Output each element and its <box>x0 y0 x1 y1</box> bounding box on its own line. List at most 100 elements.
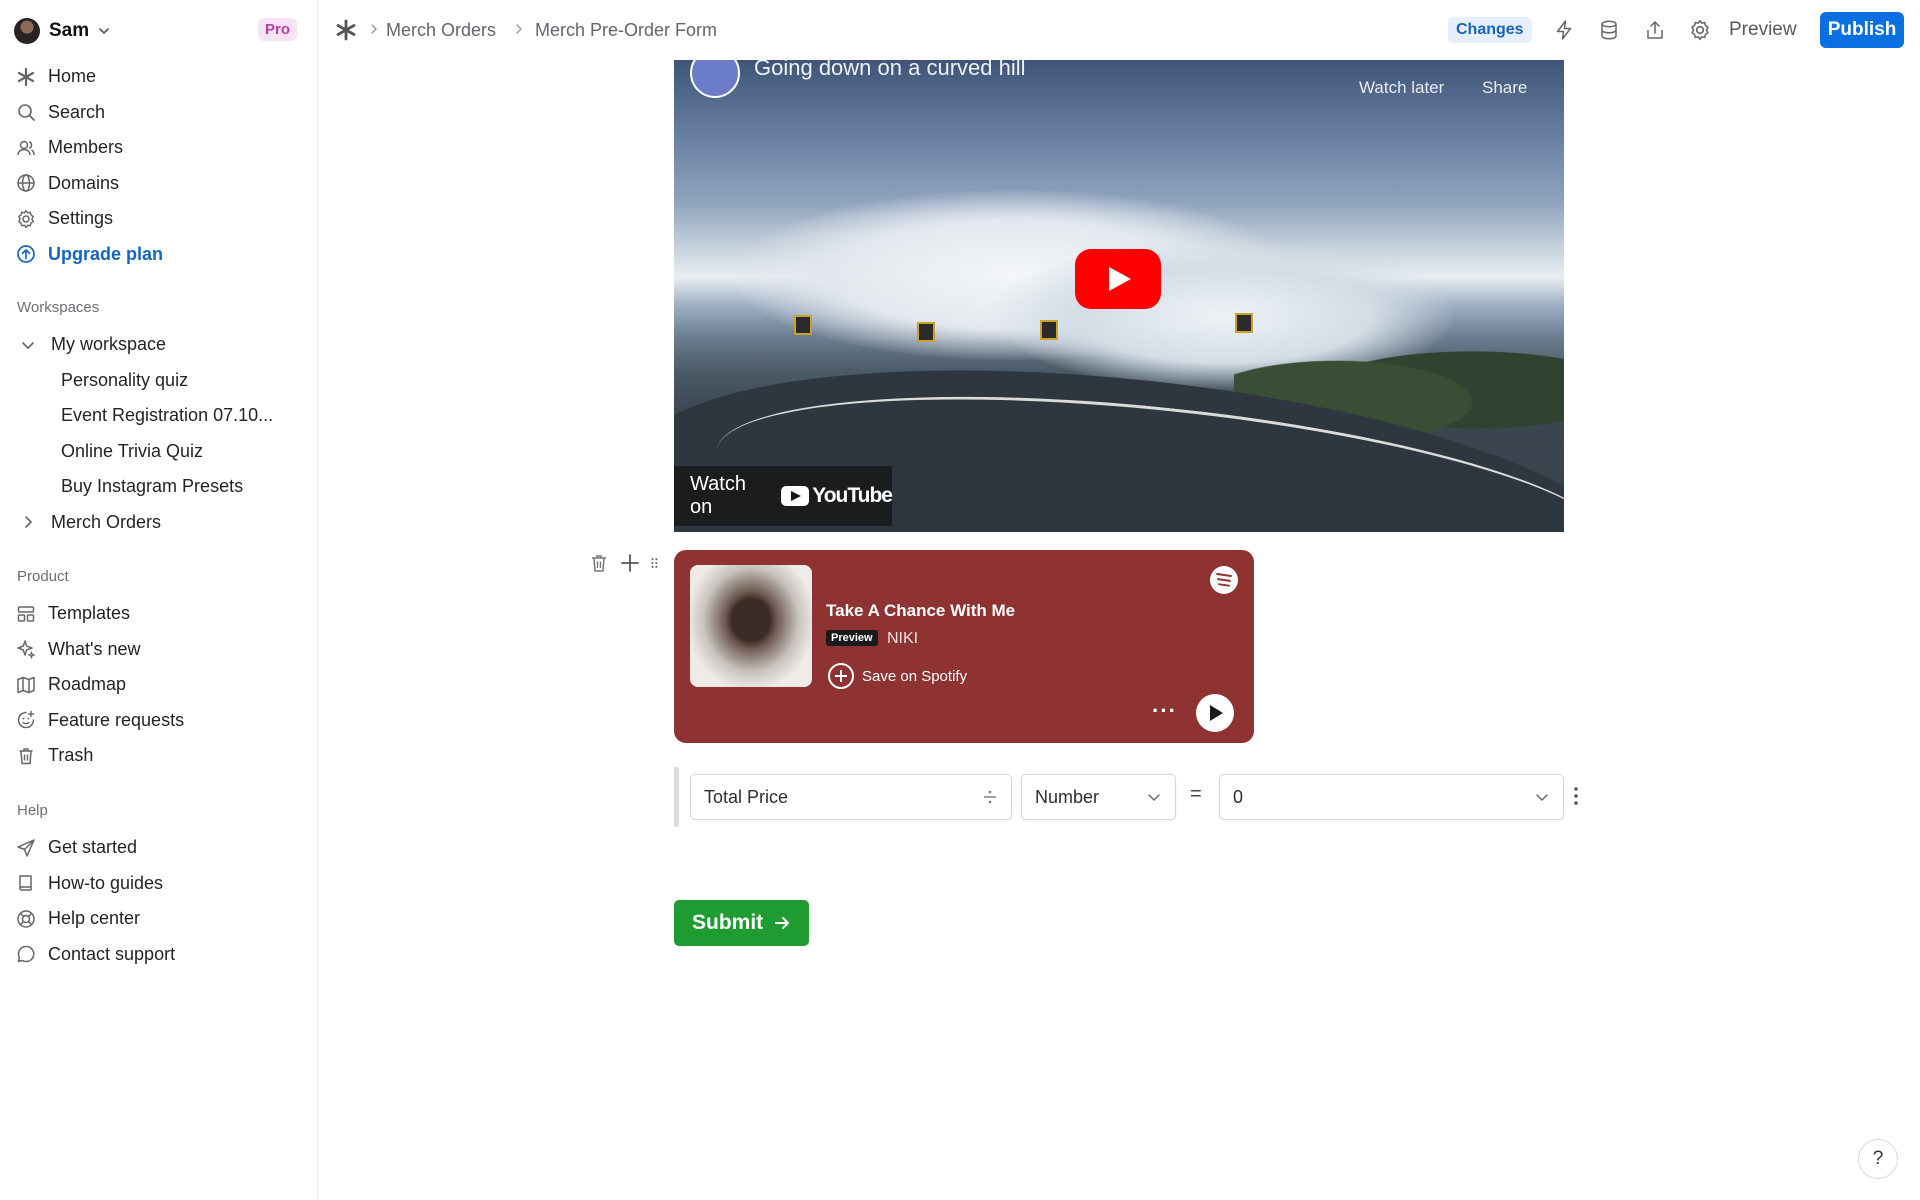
save-label: Save on Spotify <box>862 667 968 685</box>
gear-icon <box>18 209 34 228</box>
divide-icon <box>984 790 996 804</box>
youtube-logo-icon: YouTube <box>781 484 893 508</box>
sidebar-item-settings[interactable]: Settings <box>0 201 318 237</box>
sidebar-item-label: Get started <box>48 837 138 858</box>
value-select[interactable]: 0 <box>1219 774 1564 820</box>
sidebar-item-label: Search <box>48 101 106 122</box>
sidebar-item-whats-new[interactable]: What's new <box>0 632 318 668</box>
road-sign <box>794 315 812 335</box>
chevron-down-icon <box>22 341 34 349</box>
workspace-my-workspace[interactable]: My workspace <box>0 327 318 363</box>
top-bar: Merch Orders Merch Pre-Order Form Change… <box>318 0 1920 60</box>
chevron-right-icon <box>371 24 378 34</box>
breadcrumb-current-form[interactable]: Merch Pre-Order Form <box>535 20 717 41</box>
search-icon <box>18 104 35 122</box>
sidebar-item-label: Domains <box>48 172 120 193</box>
plus-circle-icon <box>828 663 854 689</box>
youtube-embed[interactable]: Going down on a curved hill Watch later … <box>674 60 1564 532</box>
user-name: Sam <box>49 20 90 41</box>
type-value: Number <box>1035 786 1100 807</box>
sidebar-item-roadmap[interactable]: Roadmap <box>0 667 318 703</box>
youtube-play-icon <box>781 486 810 506</box>
sidebar-item-label: Contact support <box>48 943 176 964</box>
sidebar-item-search[interactable]: Search <box>0 95 318 131</box>
main-nav: Home Search Members Domains Settings Upg… <box>0 59 318 272</box>
sidebar-item-personality-quiz[interactable]: Personality quiz <box>0 363 318 399</box>
block-indicator <box>674 767 679 827</box>
lightning-icon[interactable] <box>1553 19 1575 41</box>
help-heading: Help <box>17 802 48 819</box>
sidebar-item-help-center[interactable]: Help center <box>0 901 318 937</box>
sidebar-item-how-to-guides[interactable]: How-to guides <box>0 866 318 902</box>
road-sign <box>1040 320 1058 340</box>
sidebar-item-feature-requests[interactable]: Feature requests <box>0 703 318 739</box>
submit-label: Submit <box>692 911 764 934</box>
sidebar-item-label: Home <box>48 66 97 87</box>
sidebar-item-templates[interactable]: Templates <box>0 596 318 632</box>
track-title[interactable]: Take A Chance With Me <box>826 601 1015 621</box>
sidebar-item-label: Settings <box>48 208 114 229</box>
sidebar-item-domains[interactable]: Domains <box>0 166 318 202</box>
sidebar-item-label: What's new <box>48 638 141 659</box>
help-button[interactable]: ? <box>1858 1139 1898 1179</box>
sidebar-item-upgrade-plan[interactable]: Upgrade plan <box>0 237 318 273</box>
trash-icon[interactable] <box>588 552 610 574</box>
road-sign <box>1235 313 1253 333</box>
youtube-wordmark: YouTube <box>812 484 893 507</box>
share-upload-icon[interactable] <box>1644 19 1666 41</box>
equals-operator: = <box>1190 783 1202 805</box>
save-on-spotify-button[interactable]: Save on Spotify <box>828 663 967 689</box>
submit-button[interactable]: Submit <box>674 900 809 946</box>
watch-on-label: Watch on <box>690 473 746 518</box>
play-icon[interactable] <box>1196 694 1234 732</box>
preview-button[interactable]: Preview <box>1729 19 1797 41</box>
sidebar-item-buy-instagram-presets[interactable]: Buy Instagram Presets <box>0 469 318 505</box>
variable-field[interactable]: Total Price <box>690 774 1012 820</box>
breadcrumb-merch-orders[interactable]: Merch Orders <box>386 20 496 41</box>
drag-handle-icon[interactable] <box>650 552 664 574</box>
database-icon[interactable] <box>1598 19 1620 41</box>
map-icon <box>17 676 35 693</box>
spotify-embed[interactable]: Take A Chance With Me Preview NIKI Save … <box>674 550 1254 743</box>
user-menu[interactable]: Sam <box>14 16 111 46</box>
watch-later-button[interactable]: Watch later <box>1359 78 1444 98</box>
sidebar-item-contact-support[interactable]: Contact support <box>0 937 318 973</box>
road-sign <box>917 322 935 342</box>
spotify-logo-icon[interactable] <box>1210 566 1238 594</box>
trash-icon <box>19 748 33 764</box>
play-icon[interactable] <box>1075 249 1161 309</box>
sidebar-item-event-registration[interactable]: Event Registration 07.10... <box>0 398 318 434</box>
asterisk-icon[interactable] <box>334 18 358 42</box>
sidebar-item-get-started[interactable]: Get started <box>0 830 318 866</box>
value-text: 0 <box>1233 786 1244 807</box>
sparkle-icon <box>17 640 36 660</box>
add-block-icon[interactable] <box>619 552 641 574</box>
artist-name[interactable]: NIKI <box>887 630 918 648</box>
video-title[interactable]: Going down on a curved hill <box>754 60 1026 81</box>
watch-on-youtube-button[interactable]: Watch on YouTube <box>674 466 893 526</box>
more-options-icon[interactable]: ··· <box>1152 698 1177 724</box>
sidebar-item-home[interactable]: Home <box>0 59 318 95</box>
sidebar-item-members[interactable]: Members <box>0 130 318 166</box>
help-nav: Get started How-to guides Help center Co… <box>0 830 318 972</box>
chevron-down-icon <box>1148 794 1160 801</box>
gear-icon[interactable] <box>1689 19 1711 41</box>
variable-value: Total Price <box>704 786 789 807</box>
product-heading: Product <box>17 568 69 585</box>
kebab-menu-icon[interactable] <box>1572 784 1580 808</box>
chevron-down-icon <box>1536 794 1548 801</box>
templates-icon <box>17 606 35 622</box>
form-label: Buy Instagram Presets <box>61 476 244 497</box>
share-button[interactable]: Share <box>1482 78 1527 98</box>
type-select[interactable]: Number <box>1021 774 1176 820</box>
sidebar: Sam Pro Home Search Members Domains Sett… <box>0 0 318 1200</box>
sidebar-item-online-trivia-quiz[interactable]: Online Trivia Quiz <box>0 434 318 470</box>
sidebar-item-label: How-to guides <box>48 872 164 893</box>
sidebar-item-trash[interactable]: Trash <box>0 738 318 774</box>
publish-button[interactable]: Publish <box>1820 12 1904 48</box>
changes-button[interactable]: Changes <box>1448 17 1532 43</box>
upgrade-icon <box>17 245 35 264</box>
channel-avatar[interactable] <box>690 60 740 98</box>
workspace-merch-orders[interactable]: Merch Orders <box>0 505 318 541</box>
book-icon <box>19 875 32 891</box>
